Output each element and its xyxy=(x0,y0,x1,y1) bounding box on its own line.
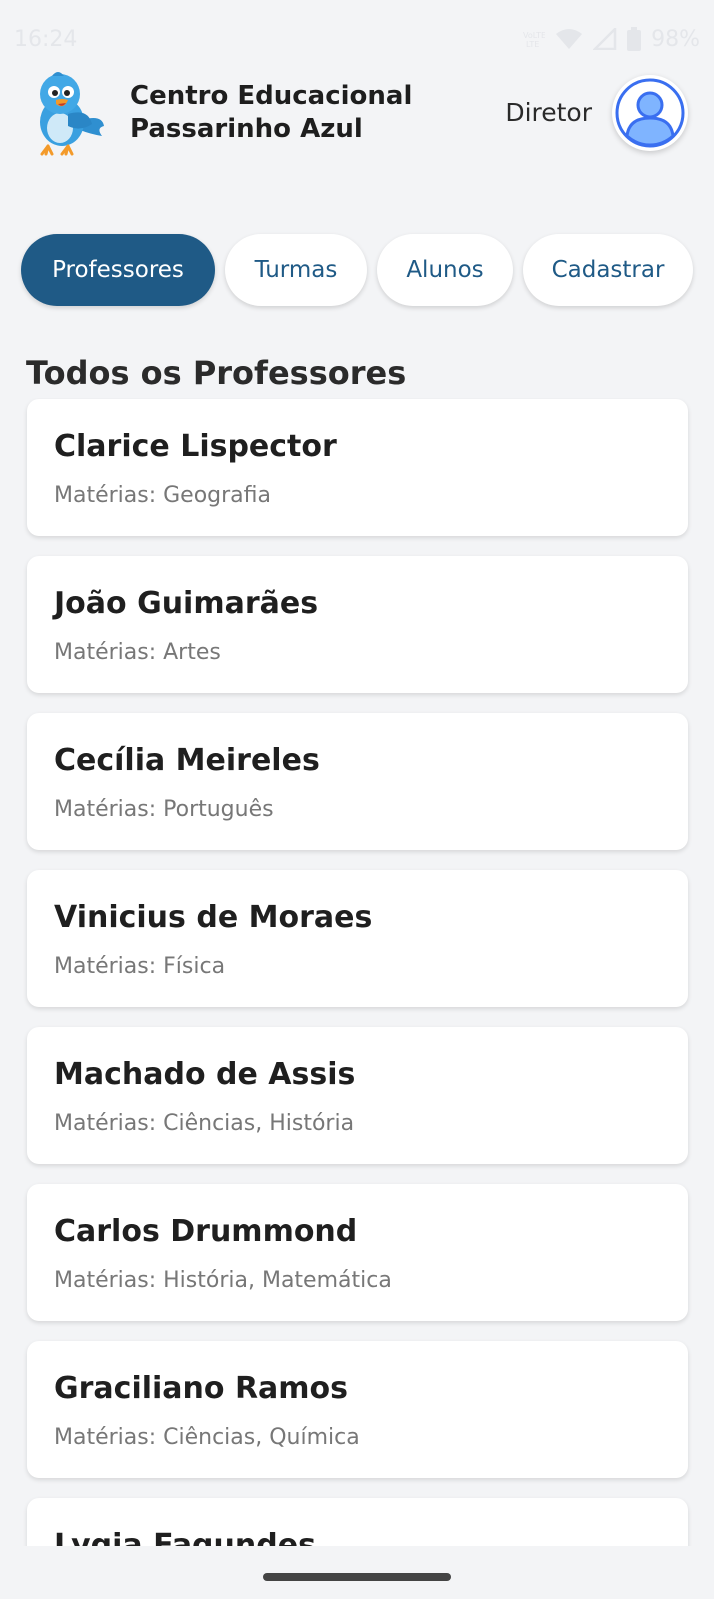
teacher-subjects: Matérias: Geografia xyxy=(54,483,272,508)
teacher-subjects: Matérias: Ciências, Química xyxy=(54,1425,360,1450)
teacher-name: Cecília Meireles xyxy=(54,743,320,778)
teacher-subjects: Matérias: Física xyxy=(54,954,226,979)
teacher-subjects: Matérias: Ciências, História xyxy=(54,1111,355,1136)
teacher-card[interactable]: Cecília Meireles Matérias: Português xyxy=(27,713,688,850)
tab-professores[interactable]: Professores xyxy=(21,234,215,306)
svg-text:VoLTE: VoLTE xyxy=(523,31,545,40)
teacher-name: Graciliano Ramos xyxy=(54,1371,349,1406)
app-header: Centro Educacional Passarinho Azul Diret… xyxy=(0,62,714,166)
nav-tabs: Professores Turmas Alunos Cadastrar xyxy=(21,234,703,306)
battery-icon xyxy=(627,27,642,51)
school-name: Centro Educacional Passarinho Azul xyxy=(130,80,430,146)
status-time: 16:24 xyxy=(14,26,78,52)
teacher-card[interactable]: Graciliano Ramos Matérias: Ciências, Quí… xyxy=(27,1341,688,1478)
teacher-card[interactable]: João Guimarães Matérias: Artes xyxy=(27,556,688,693)
tab-label: Professores xyxy=(52,257,184,283)
teacher-subjects: Matérias: Artes xyxy=(54,640,221,665)
signal-icon xyxy=(593,28,617,50)
wifi-icon xyxy=(556,29,583,49)
section-title: Todos os Professores xyxy=(26,354,407,392)
user-role: Diretor xyxy=(505,98,592,127)
home-indicator[interactable] xyxy=(263,1573,451,1581)
tab-label: Cadastrar xyxy=(551,257,665,283)
school-name-line1: Centro Educacional xyxy=(130,81,413,111)
volte-icon: VoLTE LTE xyxy=(523,31,545,48)
tab-turmas[interactable]: Turmas xyxy=(225,234,367,306)
teacher-name: Vinicius de Moraes xyxy=(54,900,373,935)
teacher-name: Lygia Fagundes xyxy=(54,1528,316,1546)
svg-text:LTE: LTE xyxy=(526,40,539,48)
profile-avatar-button[interactable] xyxy=(612,75,688,151)
battery-percent: 98% xyxy=(651,26,700,52)
teacher-card[interactable]: Vinicius de Moraes Matérias: Física xyxy=(27,870,688,1007)
tab-cadastrar[interactable]: Cadastrar xyxy=(523,234,693,306)
teacher-card[interactable]: Machado de Assis Matérias: Ciências, His… xyxy=(27,1027,688,1164)
teacher-name: João Guimarães xyxy=(54,586,319,621)
teacher-card[interactable]: Lygia Fagundes xyxy=(27,1498,688,1546)
blue-bird-logo xyxy=(40,72,104,156)
teacher-list[interactable]: Clarice Lispector Matérias: Geografia Jo… xyxy=(0,398,714,1546)
tab-label: Alunos xyxy=(406,257,484,283)
teacher-subjects: Matérias: Português xyxy=(54,797,274,822)
school-name-line2: Passarinho Azul xyxy=(130,114,363,144)
user-avatar-icon xyxy=(615,78,685,148)
tab-label: Turmas xyxy=(254,257,338,283)
teacher-name: Machado de Assis xyxy=(54,1057,356,1092)
tab-alunos[interactable]: Alunos xyxy=(377,234,513,306)
teacher-card[interactable]: Clarice Lispector Matérias: Geografia xyxy=(27,399,688,536)
status-icons: VoLTE LTE 98% xyxy=(523,27,700,52)
teacher-name: Clarice Lispector xyxy=(54,429,337,464)
teacher-subjects: Matérias: História, Matemática xyxy=(54,1268,392,1293)
teacher-name: Carlos Drummond xyxy=(54,1214,358,1249)
teacher-card[interactable]: Carlos Drummond Matérias: História, Mate… xyxy=(27,1184,688,1321)
